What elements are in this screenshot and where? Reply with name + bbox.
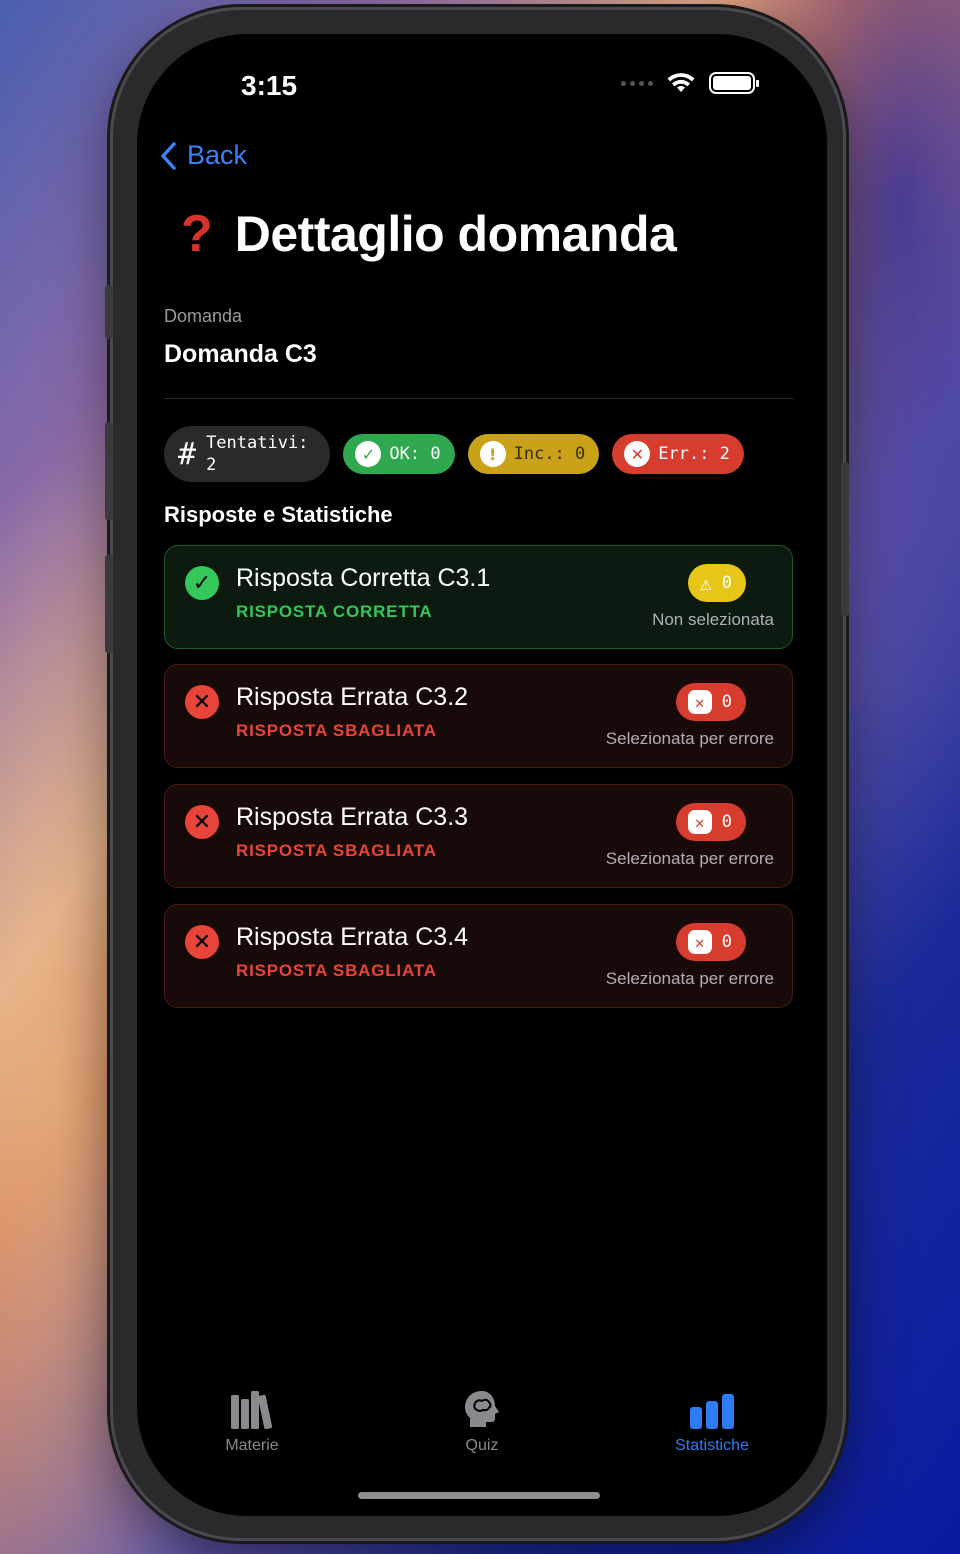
warning-triangle-icon: ⚠ xyxy=(699,571,712,595)
answer-card: ✓ Risposta Corretta C3.1 RISPOSTA CORRET… xyxy=(164,545,793,649)
answer-status: Selezionata per errore xyxy=(605,969,774,988)
home-indicator[interactable] xyxy=(358,1492,600,1499)
incomplete-chip-text: Inc.: 0 xyxy=(513,444,586,464)
section-title: Risposte e Statistiche xyxy=(164,502,393,527)
checkmark-circle-icon: ✓ xyxy=(185,566,219,600)
x-octagon-icon: ✕ xyxy=(687,930,712,954)
divider xyxy=(164,398,793,399)
answer-card: ✕ Risposta Errata C3.3 RISPOSTA SBAGLIAT… xyxy=(164,784,793,888)
ok-chip-text: OK: 0 xyxy=(389,444,441,464)
x-circle-icon: ✕ xyxy=(185,925,219,959)
cellular-icon xyxy=(621,80,653,86)
question-value: Domanda C3 xyxy=(164,340,317,368)
selection-count-badge: ⚠ 0 xyxy=(687,564,746,602)
brain-head-icon xyxy=(462,1389,502,1429)
answer-status: Selezionata per errore xyxy=(605,729,774,748)
volume-up-button xyxy=(105,422,113,520)
app-screen: 3:15 Back ? Dettaglio domanda Domanda Do… xyxy=(137,34,827,1516)
answer-text: Risposta Errata C3.3 xyxy=(236,803,469,831)
tab-statistiche[interactable]: Statistiche xyxy=(597,1389,827,1455)
x-octagon-icon: ✕ xyxy=(687,810,712,834)
selection-count-badge: ✕ 0 xyxy=(675,803,746,841)
answer-status: Non selezionata xyxy=(652,610,774,629)
back-button[interactable]: Back xyxy=(159,140,247,171)
error-chip: ✕ Err.: 2 xyxy=(612,434,744,474)
back-label: Back xyxy=(187,140,248,170)
attempts-chip: # Tentativi: 2 xyxy=(164,426,331,482)
wifi-icon xyxy=(667,73,695,92)
battery-icon xyxy=(709,72,759,94)
answer-text: Risposta Errata C3.4 xyxy=(236,923,469,951)
bar-chart-icon xyxy=(688,1389,736,1429)
incomplete-chip: ! Inc.: 0 xyxy=(467,434,600,474)
question-label: Domanda xyxy=(164,306,243,326)
tab-materie-label: Materie xyxy=(225,1437,279,1454)
tab-quiz[interactable]: Quiz xyxy=(367,1389,597,1455)
answer-text: Risposta Corretta C3.1 xyxy=(236,564,491,592)
x-circle-icon: ✕ xyxy=(185,685,219,719)
books-icon xyxy=(230,1389,274,1429)
x-circle-icon: ✕ xyxy=(185,805,219,839)
stats-chips: # Tentativi: 2 ✓ OK: 0 ! Inc.: 0 ✕ Err.:… xyxy=(164,426,744,482)
answer-status: Selezionata per errore xyxy=(605,849,774,868)
page-title: ? Dettaglio domanda xyxy=(181,204,677,264)
tab-quiz-label: Quiz xyxy=(465,1437,499,1454)
error-chip-text: Err.: 2 xyxy=(658,444,730,464)
answer-kind: RISPOSTA SBAGLIATA xyxy=(236,841,437,860)
question-mark-icon: ? xyxy=(181,205,213,263)
answer-kind: RISPOSTA CORRETTA xyxy=(236,602,433,621)
power-button xyxy=(841,462,849,616)
hashtag-icon: # xyxy=(178,436,197,472)
x-octagon-icon: ✕ xyxy=(687,690,712,714)
answer-card: ✕ Risposta Errata C3.2 RISPOSTA SBAGLIAT… xyxy=(164,664,793,768)
tab-materie[interactable]: Materie xyxy=(137,1389,367,1455)
ok-chip: ✓ OK: 0 xyxy=(343,434,455,474)
exclamation-icon: ! xyxy=(479,441,506,467)
selection-count-badge: ✕ 0 xyxy=(675,923,746,961)
attempts-text: Tentativi: 2 xyxy=(206,433,309,475)
x-circle-icon: ✕ xyxy=(624,441,651,467)
status-icons xyxy=(621,72,759,94)
selection-count: 0 xyxy=(721,573,732,593)
chevron-left-icon xyxy=(161,141,176,170)
selection-count: 0 xyxy=(721,932,732,952)
volume-down-button xyxy=(105,555,113,653)
silent-switch xyxy=(105,285,113,339)
selection-count: 0 xyxy=(721,692,732,712)
status-time: 3:15 xyxy=(241,70,298,101)
selection-count: 0 xyxy=(721,812,732,832)
answer-kind: RISPOSTA SBAGLIATA xyxy=(236,961,437,980)
page-title-text: Dettaglio domanda xyxy=(234,206,677,262)
answer-card: ✕ Risposta Errata C3.4 RISPOSTA SBAGLIAT… xyxy=(164,904,793,1008)
answer-text: Risposta Errata C3.2 xyxy=(236,683,469,711)
tab-statistiche-label: Statistiche xyxy=(675,1437,749,1454)
selection-count-badge: ✕ 0 xyxy=(675,683,746,721)
answer-kind: RISPOSTA SBAGLIATA xyxy=(236,721,437,740)
tab-bar: Materie Quiz Statistiche xyxy=(137,1389,827,1455)
checkmark-icon: ✓ xyxy=(355,441,382,467)
